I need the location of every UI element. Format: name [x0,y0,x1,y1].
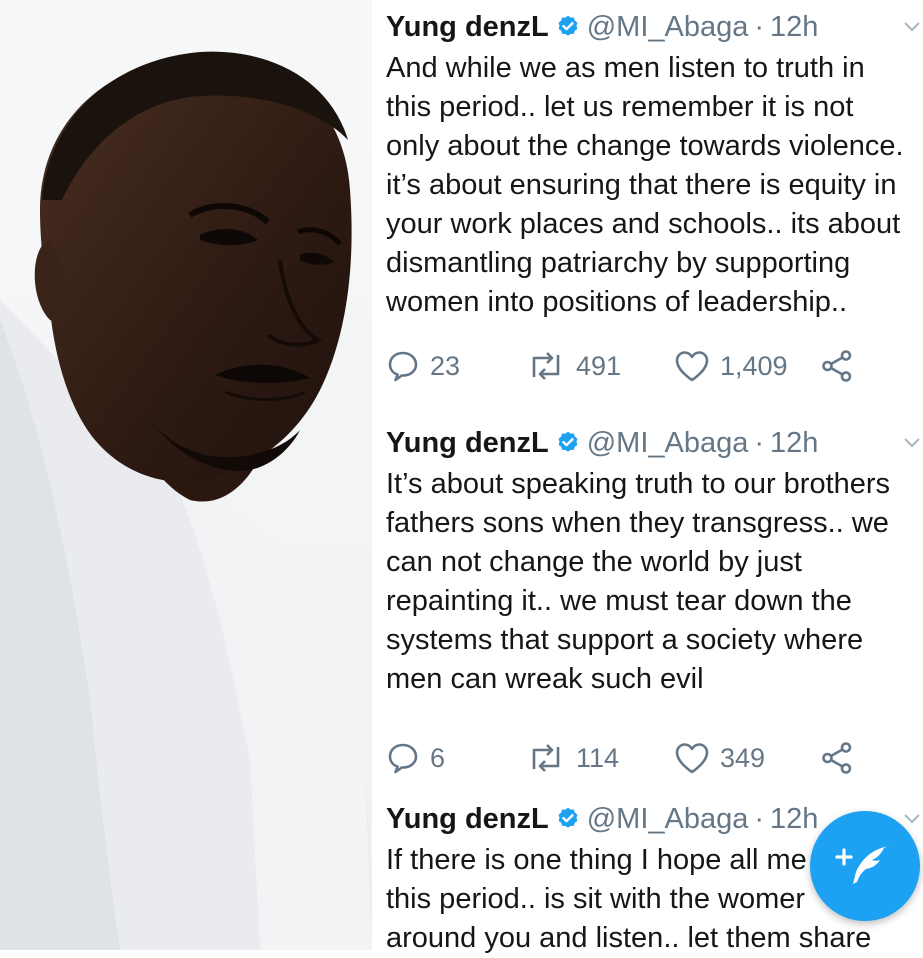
profile-photo [0,0,372,950]
retweet-button[interactable]: 114 [526,741,674,775]
share-button[interactable] [820,349,854,383]
retweet-icon [532,744,560,772]
tweet-text: And while we as men listen to truth in t… [386,49,916,322]
compose-tweet-button[interactable] [810,811,920,921]
separator: · [754,427,765,459]
share-icon [822,350,852,382]
tweet-actions: 6 114 349 [386,738,854,778]
retweet-count: 114 [576,742,620,773]
tweet-time[interactable]: 12h [770,798,818,840]
tweet-text-line: around you and listen.. let them share [386,922,872,954]
tweet-text-line: It’s about speaking truth to our brother… [386,468,891,500]
reply-icon [388,743,418,774]
chevron-down-icon[interactable] [902,812,922,826]
tweet-text-line: fathers sons when they transgress.. we [386,507,889,539]
author-name[interactable]: Yung denzL [386,798,549,840]
chevron-down-icon[interactable] [902,20,922,34]
like-button[interactable]: 1,409 [674,349,820,383]
tweet-text-line: only about the change towards violence. [386,130,904,162]
share-icon [822,742,852,774]
heart-icon [675,351,709,382]
verified-badge-icon [558,807,578,828]
tweet-header: Yung denzL @MI_Abaga · 12h [386,6,916,48]
chevron-down-icon[interactable] [902,436,922,450]
compose-tweet-icon [835,846,890,884]
tweet-text-line: can not change the world by just [386,546,802,578]
author-handle[interactable]: @MI_Abaga [587,422,749,464]
tweet-time[interactable]: 12h [770,6,818,48]
author-handle[interactable]: @MI_Abaga [587,798,749,840]
author-handle[interactable]: @MI_Abaga [587,6,749,48]
reply-button[interactable]: 6 [386,741,526,775]
tweet-text-line: women into positions of leadership.. [386,286,848,318]
tweet-text: It’s about speaking truth to our brother… [386,465,916,699]
tweet-text-line: men can wreak such evil [386,663,704,695]
tweet-text-line: repainting it.. we must tear down the [386,585,852,617]
like-button[interactable]: 349 [674,741,820,775]
tweet-text-line: And while we as men listen to truth in [386,52,865,84]
retweet-button[interactable]: 491 [526,349,674,383]
tweet-actions: 23 491 1,409 [386,346,854,386]
tweet-text-line: this period.. let us remember it is not [386,91,854,123]
separator: · [754,803,765,835]
author-name[interactable]: Yung denzL [386,6,549,48]
author-name[interactable]: Yung denzL [386,422,549,464]
reply-button[interactable]: 23 [386,349,526,383]
verified-badge-icon [558,431,578,452]
tweet[interactable]: Yung denzL @MI_Abaga · 12h And while we … [386,6,920,382]
reply-count: 23 [430,350,461,381]
reply-icon [388,351,418,382]
retweet-icon [532,352,560,380]
heart-icon [675,743,709,774]
share-button[interactable] [820,741,854,775]
tweet[interactable]: Yung denzL @MI_Abaga · 12h It’s about sp… [386,422,920,774]
separator: · [754,11,765,43]
tweet-header: Yung denzL @MI_Abaga · 12h [386,422,916,464]
tweet-time[interactable]: 12h [770,422,818,464]
tweet-text-line: your work places and schools.. its about [386,208,901,240]
retweet-count: 491 [576,350,622,381]
tweet-text-line: systems that support a society where [386,624,864,656]
like-count: 349 [720,742,766,773]
verified-badge-icon [558,15,578,36]
tweet-text-line: dismantling patriarchy by supporting [386,247,851,279]
tweet-feed: Yung denzL @MI_Abaga · 12h And while we … [372,0,923,954]
tweet-text-line: it’s about ensuring that there is equity… [386,169,897,201]
reply-count: 6 [430,742,446,773]
like-count: 1,409 [720,350,788,381]
